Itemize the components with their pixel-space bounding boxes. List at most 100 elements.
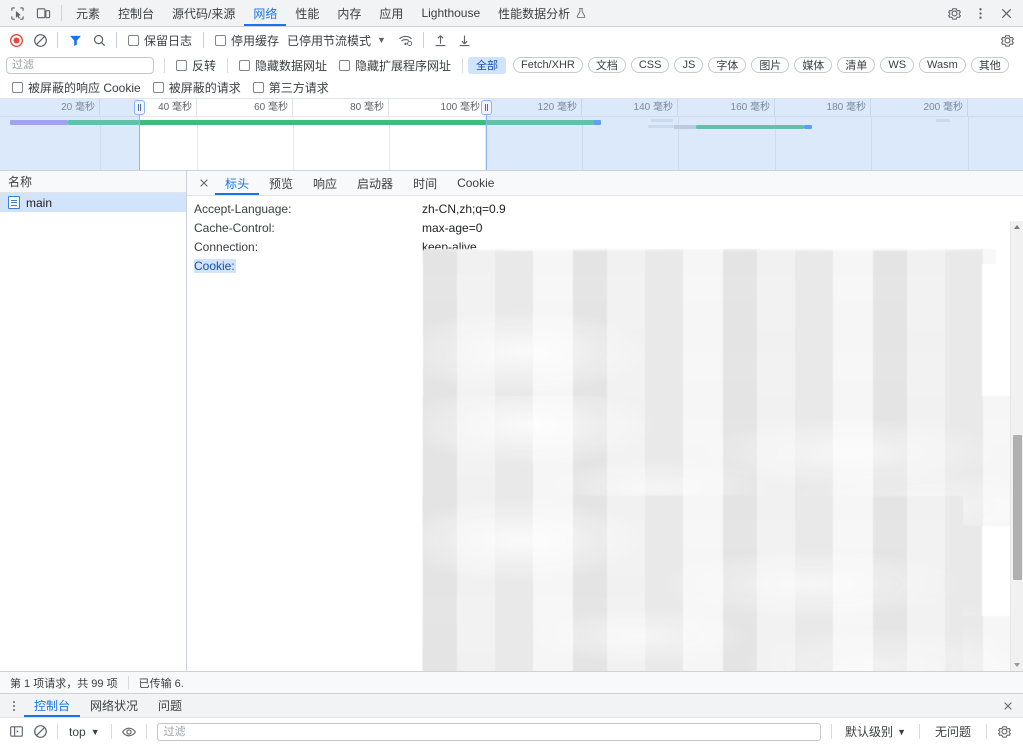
checkbox-label: 被屏蔽的响应 Cookie [28,81,141,95]
scroll-down-arrow[interactable] [1014,663,1020,667]
overview-tick: 140 毫秒 [582,99,678,116]
overview-tick: 160 毫秒 [678,99,775,116]
header-row[interactable]: Cache-Control: max-age=0 [187,218,1023,237]
checkbox-box[interactable] [152,82,164,93]
headers-list[interactable]: Accept-Language: zh-CN,zh;q=0.9 Cache-Co… [187,196,1023,671]
tab-network[interactable]: 网络 [244,0,286,26]
checkbox-box[interactable] [128,34,139,46]
tab-label: 预览 [269,176,294,191]
scroll-up-arrow[interactable] [1014,225,1020,229]
tab-response[interactable]: 响应 [303,171,347,195]
tab-cookies[interactable]: Cookie [447,171,504,195]
third-party-requests-checkbox[interactable]: 第三方请求 [247,79,335,96]
checkbox-box[interactable] [176,59,187,71]
checkbox-box[interactable] [339,59,351,71]
tab-headers[interactable]: 标头 [215,171,259,195]
search-button[interactable] [87,29,111,51]
type-filter-fetch-xhr[interactable]: Fetch/XHR [513,57,583,73]
overview-selection-handle-right[interactable] [481,100,492,115]
tick-label: 100 毫秒 [440,102,480,113]
console-issues-text[interactable]: 无问题 [925,723,981,740]
tab-label: 启动器 [357,176,394,191]
more-options-icon[interactable] [967,1,993,25]
network-overview-timeline[interactable]: 20 毫秒 40 毫秒 60 毫秒 80 毫秒 100 毫秒 120 毫秒 14… [0,99,1023,171]
checkbox-box[interactable] [239,59,251,71]
clear-console-icon[interactable] [28,721,52,743]
close-detail-icon[interactable] [193,172,215,194]
type-filter-other[interactable]: 其他 [970,57,1009,73]
tab-sources[interactable]: 源代码/来源 [163,0,244,26]
tabbar-right-actions [941,1,1019,25]
console-settings-icon[interactable] [992,721,1016,743]
filter-button[interactable] [63,29,87,51]
console-sidebar-icon[interactable] [4,721,28,743]
close-drawer-icon[interactable] [999,697,1017,715]
detail-scrollbar[interactable] [1010,221,1023,671]
tab-console[interactable]: 控制台 [109,0,163,26]
tab-elements[interactable]: 元素 [67,0,109,26]
checkbox-box[interactable] [12,82,23,93]
throttling-select-label[interactable]: 已停用节流模式 [285,32,371,49]
network-settings-icon[interactable] [995,29,1019,51]
blocked-response-cookies-checkbox[interactable]: 被屏蔽的响应 Cookie [6,79,147,96]
hide-data-urls-checkbox[interactable]: 隐藏数据网址 [233,57,333,74]
tab-lighthouse[interactable]: Lighthouse [412,0,489,26]
tab-performance[interactable]: 性能 [286,0,328,26]
hide-extension-urls-checkbox[interactable]: 隐藏扩展程序网址 [333,57,457,74]
type-filter-manifest[interactable]: 清单 [837,57,876,73]
drawer-tab-issues[interactable]: 问题 [148,694,192,717]
tab-timing[interactable]: 时间 [403,171,447,195]
selection-line-left [139,115,140,170]
chevron-down-icon: ▼ [90,726,100,737]
checkbox-box[interactable] [215,34,227,46]
drawer-more-options-icon[interactable] [4,700,24,711]
type-filter-wasm[interactable]: Wasm [919,57,966,73]
console-filter-input[interactable] [156,722,822,741]
type-filter-font[interactable]: 字体 [708,57,747,73]
network-conditions-icon[interactable] [394,29,418,51]
tab-memory[interactable]: 内存 [328,0,370,26]
invert-checkbox[interactable]: 反转 [170,57,222,74]
chevron-down-icon[interactable]: ▼ [371,35,394,45]
tab-preview[interactable]: 预览 [259,171,303,195]
record-button[interactable] [4,29,28,51]
tab-initiator[interactable]: 启动器 [347,171,403,195]
type-filter-all[interactable]: 全部 [468,56,507,74]
close-icon[interactable] [993,1,1019,25]
disable-cache-checkbox[interactable]: 停用缓存 [209,32,285,49]
type-filter-img[interactable]: 图片 [751,57,790,73]
overview-selection-handle-left[interactable] [134,100,145,115]
type-filter-js[interactable]: JS [674,57,704,73]
request-count-text: 第 1 项请求，共 99 项 [10,677,118,690]
live-expression-icon[interactable] [117,721,141,743]
checkbox-box[interactable] [252,82,264,93]
inspect-element-icon[interactable] [4,1,30,25]
clear-button[interactable] [28,29,52,51]
filter-divider [462,57,464,73]
request-list[interactable]: main [0,193,186,671]
export-har-icon[interactable] [453,29,477,51]
toolbar-divider [57,32,58,48]
toolbar-divider [422,32,424,48]
header-row[interactable]: Accept-Language: zh-CN,zh;q=0.9 [187,199,1023,218]
device-toolbar-icon[interactable] [30,1,56,25]
request-row-main[interactable]: main [0,193,186,212]
filter-input[interactable] [6,56,154,74]
settings-gear-icon[interactable] [941,1,967,25]
import-har-icon[interactable] [429,29,453,51]
drawer-tab-network-conditions[interactable]: 网络状况 [80,694,148,717]
tab-application[interactable]: 应用 [370,0,412,26]
type-filter-css[interactable]: CSS [630,57,670,73]
type-filter-media[interactable]: 媒体 [794,57,833,73]
scrollbar-thumb[interactable] [1013,435,1022,580]
overview-request-bar [651,119,673,122]
drawer-tab-console[interactable]: 控制台 [24,694,80,717]
type-filter-doc[interactable]: 文档 [587,57,626,73]
preserve-log-checkbox[interactable]: 保留日志 [122,32,198,49]
type-filter-ws[interactable]: WS [880,57,915,73]
request-list-header[interactable]: 名称 [0,171,186,193]
console-level-selector[interactable]: 默认级别 ▼ [837,723,914,740]
console-context-selector[interactable]: top ▼ [63,725,106,739]
blocked-requests-checkbox[interactable]: 被屏蔽的请求 [147,79,247,96]
tab-performance-insights[interactable]: 性能数据分析 [489,0,596,26]
